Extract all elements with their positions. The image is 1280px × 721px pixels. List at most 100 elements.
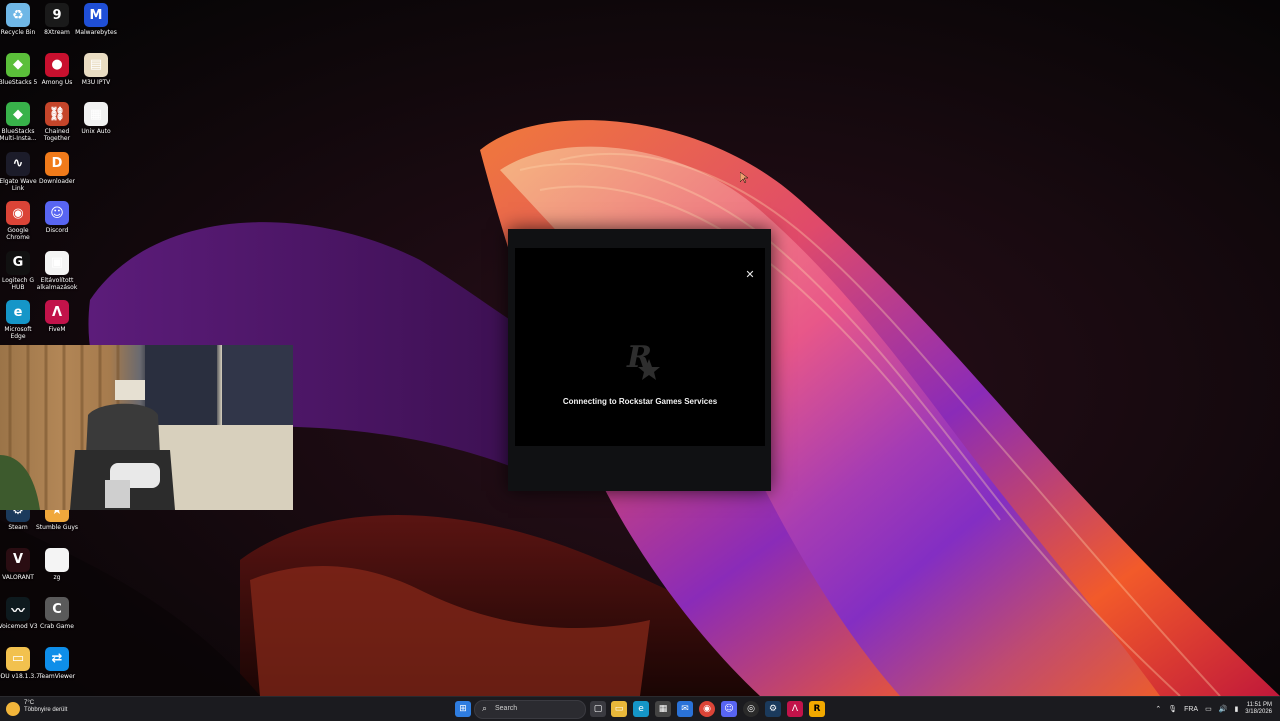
fivem-icon[interactable]: Λ xyxy=(787,701,803,717)
steam-icon[interactable]: ⚙ xyxy=(765,701,781,717)
desktop-icon-label: VALORANT xyxy=(2,573,34,581)
language-indicator[interactable]: FRA xyxy=(1184,706,1198,713)
valorant-icon: V xyxy=(6,547,30,572)
desktop-icon-label: zg xyxy=(53,573,61,581)
voicemod-icon: 〰 xyxy=(6,597,30,621)
desktop-icon[interactable]: ◉ Google Chrome xyxy=(0,201,38,241)
desktop-icon-label: 8Xtream xyxy=(44,29,70,36)
clock-time: 11:51 PM xyxy=(1246,702,1272,708)
desktop-icon[interactable]: 〰 Voicemod V3 xyxy=(0,597,38,630)
desktop-icon-label: Google Chrome xyxy=(6,227,30,241)
battery-icon[interactable]: ▮ xyxy=(1234,705,1238,713)
microsoft-store-icon[interactable]: ▦ xyxy=(655,701,671,717)
desktop-icon[interactable]: ∿ Elgato Wave Link xyxy=(0,151,38,192)
weather-temp: 7°C xyxy=(24,700,35,706)
microphone-icon[interactable]: 🎙 xyxy=(1168,705,1177,713)
logitech-ghub-icon: G xyxy=(6,250,30,275)
edge-icon[interactable]: e xyxy=(633,701,649,717)
among-us-icon: ● xyxy=(45,52,69,77)
desktop-icon-label: Malwarebytes xyxy=(75,29,117,36)
desktop-icon[interactable]: ▣ Eltávolított alkalmazások xyxy=(37,250,77,291)
search-box[interactable]: ⌕ Search xyxy=(474,700,586,719)
volume-icon[interactable]: 🔊 xyxy=(1219,705,1228,713)
edge-icon: e xyxy=(6,300,30,324)
m3u-iptv-icon: ▤ xyxy=(84,52,108,77)
desktop-icon-label: Recycle Bin xyxy=(0,29,36,36)
desktop-icon[interactable]: D Downloader xyxy=(37,151,77,185)
desktop-icon[interactable]: zg xyxy=(37,547,77,581)
desktop-icon-label: M3U IPTV xyxy=(81,78,111,86)
desktop-icon-label: Logitech G HUB xyxy=(1,276,35,291)
desktop-icon[interactable]: Λ FiveM xyxy=(37,300,77,333)
desktop-icon-label: FiveM xyxy=(48,326,66,333)
taskbar: 7°C Többnyire derült ⊞ ⌕ Search ▢ ▭ e ▦ … xyxy=(0,696,1280,721)
rockstar-launcher-icon[interactable]: R xyxy=(809,701,825,717)
downloader-icon: D xyxy=(45,151,69,176)
discord-icon: ☺ xyxy=(45,201,69,225)
desktop-icon-label: Among Us xyxy=(41,78,73,86)
desktop-icon-label: Microsoft Edge xyxy=(4,326,32,340)
desktop-icon-label: Unix Auto xyxy=(81,128,111,135)
connection-status-text: Connecting to Rockstar Games Services xyxy=(562,397,718,406)
close-button[interactable]: ✕ xyxy=(743,268,757,282)
desktop-icon[interactable]: V VALORANT xyxy=(0,547,38,581)
chained-together-icon: ⛓ xyxy=(45,102,69,126)
desktop-icon[interactable]: ▦ Unix Auto xyxy=(76,102,116,135)
desktop-icon[interactable]: M Malwarebytes xyxy=(75,3,117,36)
sun-icon xyxy=(6,702,20,716)
desktop-icon-label: Discord xyxy=(45,227,69,234)
desktop-icon-label: Stumble Guys xyxy=(35,524,78,531)
malwarebytes-icon: M xyxy=(84,3,108,27)
chrome-icon: ◉ xyxy=(6,201,30,225)
bluestacks-multi-icon: ◆ xyxy=(6,102,30,126)
desktop-icon[interactable]: G Logitech G HUB xyxy=(0,250,38,291)
search-placeholder: Search xyxy=(495,705,518,712)
desktop-icon-label: Downloader xyxy=(39,177,75,185)
network-icon[interactable]: ▭ xyxy=(1205,705,1212,713)
desktop-icon[interactable]: 9 8Xtream xyxy=(37,3,77,36)
desktop-icon-label: Steam xyxy=(8,524,28,531)
mail-icon[interactable]: ✉ xyxy=(677,701,693,717)
weather-widget[interactable]: 7°C Többnyire derült xyxy=(6,700,67,716)
search-icon: ⌕ xyxy=(482,703,488,713)
desktop-icon-label: Elgato Wave Link xyxy=(0,177,37,192)
desktop-icon-label: BlueStacks Multi-Insta... xyxy=(0,128,37,142)
desktop-icon[interactable]: ● Among Us xyxy=(37,52,77,86)
desktop-icon-label: DDU v18.1.3.7 xyxy=(0,672,40,680)
desktop-icon[interactable]: ☺ Discord xyxy=(37,201,77,234)
desktop-icon[interactable]: e Microsoft Edge xyxy=(0,300,38,340)
mouse-cursor-icon xyxy=(740,172,748,184)
removed-apps-icon: ▣ xyxy=(45,250,69,275)
start-icon[interactable]: ⊞ xyxy=(455,701,471,717)
folder-icon: ▭ xyxy=(6,646,30,671)
task-view-icon[interactable]: ▢ xyxy=(590,701,606,717)
clock[interactable]: 11:51 PM 3/18/2026 xyxy=(1245,702,1272,716)
file-icon xyxy=(45,547,69,572)
desktop-icon[interactable]: ⇄ TeamViewer xyxy=(37,646,77,680)
chevron-up-icon[interactable]: ⌃ xyxy=(1155,705,1161,713)
desktop-icon-label: TeamViewer xyxy=(38,672,76,680)
desktop-icon[interactable]: ◆ BlueStacks 5 xyxy=(0,52,38,86)
chrome-icon[interactable]: ◉ xyxy=(699,701,715,717)
recycle-bin-icon: ♻ xyxy=(6,3,30,27)
rockstar-launcher-window[interactable]: ✕ R Connecting to Rockstar Games Service… xyxy=(508,229,771,491)
weather-desc: Többnyire derült xyxy=(24,707,68,713)
desktop-icon[interactable]: ▭ DDU v18.1.3.7 xyxy=(0,646,40,680)
fivem-icon: Λ xyxy=(45,300,69,324)
file-explorer-icon[interactable]: ▭ xyxy=(611,701,627,717)
desktop-icon[interactable]: ▤ M3U IPTV xyxy=(76,52,116,86)
desktop-icon[interactable]: ♻ Recycle Bin xyxy=(0,3,38,36)
desktop-icon-label: Chained Together xyxy=(43,128,71,142)
obs-icon[interactable]: ◎ xyxy=(743,701,759,717)
desktop-icon-label: BlueStacks 5 xyxy=(0,78,38,86)
clock-date: 3/18/2026 xyxy=(1245,709,1272,715)
desktop-icon[interactable]: C Crab Game xyxy=(37,597,77,630)
8xtream-icon: 9 xyxy=(45,3,69,27)
unix-auto-icon: ▦ xyxy=(84,102,108,126)
desktop-icon[interactable]: ◆ BlueStacks Multi-Insta... xyxy=(0,102,38,142)
desktop-icon-label: Voicemod V3 xyxy=(0,623,38,630)
desktop-icon[interactable]: ⛓ Chained Together xyxy=(37,102,77,142)
discord-icon[interactable]: ☺ xyxy=(721,701,737,717)
rockstar-logo-icon: R xyxy=(626,340,660,380)
teamviewer-icon: ⇄ xyxy=(45,646,69,671)
